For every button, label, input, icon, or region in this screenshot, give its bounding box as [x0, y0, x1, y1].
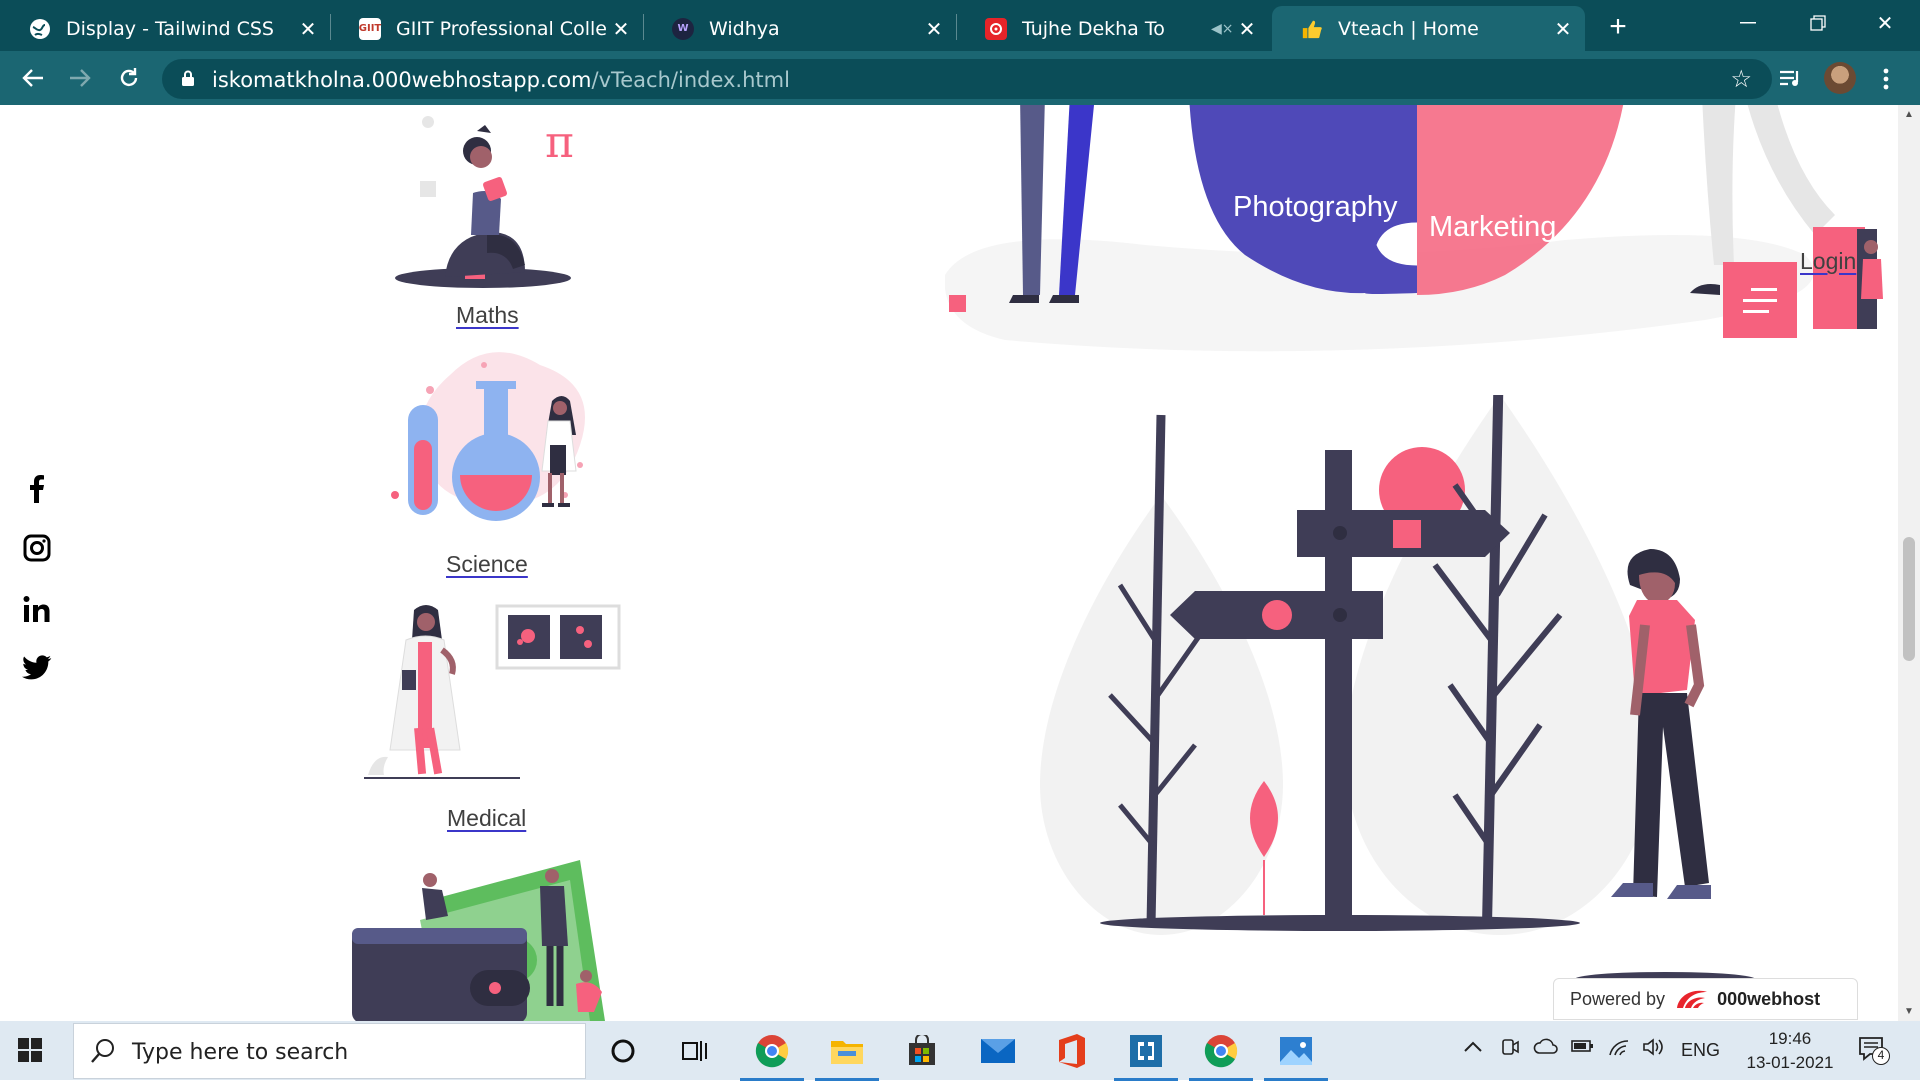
tab-strip: Display - Tailwind CSS ✕ GIIT GIIT Profe… [0, 0, 1920, 51]
close-tab-icon[interactable]: ✕ [920, 17, 948, 41]
menu-line [1743, 309, 1769, 313]
windows-start-icon[interactable] [18, 1038, 42, 1062]
back-arrow-icon[interactable] [15, 60, 51, 96]
windows-taskbar: Type here to search ENG 19:46 13-01-2021… [0, 1021, 1920, 1081]
tab-label: Tujhe Dekha To [1022, 17, 1165, 40]
scrollbar-thumb[interactable] [1903, 537, 1915, 661]
facebook-icon[interactable] [22, 474, 52, 504]
language-indicator[interactable]: ENG [1681, 1040, 1720, 1061]
store-icon[interactable] [900, 1029, 944, 1073]
decorative-square [949, 295, 966, 312]
medical-illustration [364, 604, 621, 779]
powered-by-brand: 000webhost [1717, 988, 1821, 1009]
onedrive-cloud-icon[interactable] [1533, 1037, 1559, 1062]
show-hidden-icons-chevron-icon[interactable] [1463, 1037, 1483, 1058]
search-placeholder: Type here to search [132, 1040, 349, 1065]
twitter-icon[interactable] [22, 653, 52, 683]
maths-illustration: π [395, 116, 574, 288]
meet-now-icon[interactable] [1500, 1037, 1520, 1062]
battery-icon[interactable] [1571, 1037, 1595, 1060]
globe-icon [29, 18, 51, 40]
tab-label: GIIT Professional College [396, 17, 607, 40]
tab-vteach-home[interactable]: Vteach | Home ✕ [1272, 6, 1585, 51]
cortana-icon[interactable] [601, 1029, 645, 1073]
scroll-down-arrow-icon[interactable]: ▼ [1903, 1006, 1915, 1017]
clock-date: 13-01-2021 [1746, 1053, 1834, 1072]
lock-icon [182, 70, 194, 86]
maths-link[interactable]: Maths [456, 302, 519, 329]
science-link[interactable]: Science [446, 551, 528, 578]
photos-icon[interactable] [1264, 1029, 1328, 1081]
more-menu-icon[interactable] [1871, 64, 1901, 94]
close-window-button[interactable]: ✕ [1850, 0, 1920, 46]
forward-arrow-icon[interactable] [62, 60, 98, 96]
new-tab-button[interactable]: + [1600, 10, 1636, 46]
scroll-up-arrow-icon[interactable]: ▲ [1903, 109, 1915, 120]
wifi-icon[interactable] [1608, 1037, 1630, 1062]
browser-toolbar: iskomatkholna.000webhostapp.com/vTeach/i… [0, 51, 1920, 105]
speaker-muted-icon[interactable]: ◀× [1211, 21, 1234, 37]
finance-illustration [352, 860, 605, 1021]
powered-by-text: Powered by [1570, 988, 1666, 1009]
close-tab-icon[interactable]: ✕ [1233, 17, 1261, 41]
profile-avatar[interactable] [1824, 62, 1856, 94]
instagram-icon[interactable] [22, 533, 52, 563]
office-icon[interactable] [1050, 1029, 1094, 1073]
clock-time: 19:46 [1768, 1029, 1812, 1048]
puzzle-label-right: Marketing [1429, 211, 1556, 243]
chrome-taskbar-icon-2[interactable] [1189, 1029, 1253, 1081]
powered-by-badge[interactable]: Powered by 000webhost [1553, 978, 1858, 1020]
restore-button[interactable] [1783, 0, 1853, 46]
menu-line [1751, 287, 1777, 291]
reload-icon[interactable] [111, 60, 147, 96]
science-illustration [391, 352, 585, 521]
page-scrollbar[interactable]: ▲ ▼ [1898, 105, 1920, 1021]
minimize-button[interactable] [1713, 0, 1783, 46]
tab-label: Display - Tailwind CSS [66, 17, 274, 40]
address-bar[interactable]: iskomatkholna.000webhostapp.com/vTeach/i… [162, 59, 1772, 99]
page-viewport: π Maths Science Medical Photography Mark… [0, 105, 1898, 1021]
url-path: /vTeach/index.html [591, 68, 790, 92]
file-explorer-icon[interactable] [815, 1029, 879, 1081]
svg-text:π: π [545, 117, 574, 168]
menu-line [1743, 298, 1777, 302]
close-tab-icon[interactable]: ✕ [1549, 17, 1577, 41]
bookmark-star-icon[interactable]: ☆ [1730, 65, 1752, 94]
media-control-icon[interactable] [1776, 64, 1806, 94]
search-icon [91, 1039, 114, 1063]
volume-icon[interactable] [1642, 1037, 1664, 1062]
tab-tailwind[interactable]: Display - Tailwind CSS ✕ [0, 6, 330, 51]
widhya-icon: W [672, 17, 694, 40]
giit-icon: GIIT [359, 17, 381, 40]
medical-link[interactable]: Medical [447, 805, 526, 832]
tab-tujhe-dekha-to[interactable]: Tujhe Dekha To ◀× ✕ [956, 6, 1269, 51]
webhost-logo-icon [1677, 990, 1708, 1008]
thumbs-up-icon [1301, 18, 1323, 40]
puzzle-label-left: Photography [1233, 191, 1398, 223]
mail-icon[interactable] [976, 1029, 1020, 1073]
notification-count-badge: 4 [1872, 1047, 1890, 1065]
task-view-icon[interactable] [673, 1029, 717, 1073]
tab-label: Vteach | Home [1338, 17, 1479, 40]
tab-giit[interactable]: GIIT GIIT Professional College ✕ [330, 6, 643, 51]
music-icon [985, 17, 1007, 40]
system-clock[interactable]: 19:46 13-01-2021 [1730, 1027, 1850, 1075]
tab-label: Widhya [709, 17, 780, 40]
hamburger-menu-button[interactable] [1723, 262, 1797, 338]
url-text[interactable]: iskomatkholna.000webhostapp.com/vTeach/i… [212, 68, 790, 92]
close-tab-icon[interactable]: ✕ [607, 17, 635, 41]
notification-center-icon[interactable]: 4 [1858, 1035, 1890, 1070]
taskbar-search-box[interactable]: Type here to search [73, 1023, 586, 1079]
tab-widhya[interactable]: W Widhya ✕ [643, 6, 956, 51]
snip-app-icon[interactable] [1114, 1029, 1178, 1081]
chrome-taskbar-icon[interactable] [740, 1029, 804, 1081]
linkedin-icon[interactable] [22, 594, 52, 624]
close-tab-icon[interactable]: ✕ [294, 17, 322, 41]
signpost-illustration [1040, 395, 1755, 986]
login-link[interactable]: Login [1800, 248, 1856, 275]
url-host: iskomatkholna.000webhostapp.com [212, 68, 592, 92]
